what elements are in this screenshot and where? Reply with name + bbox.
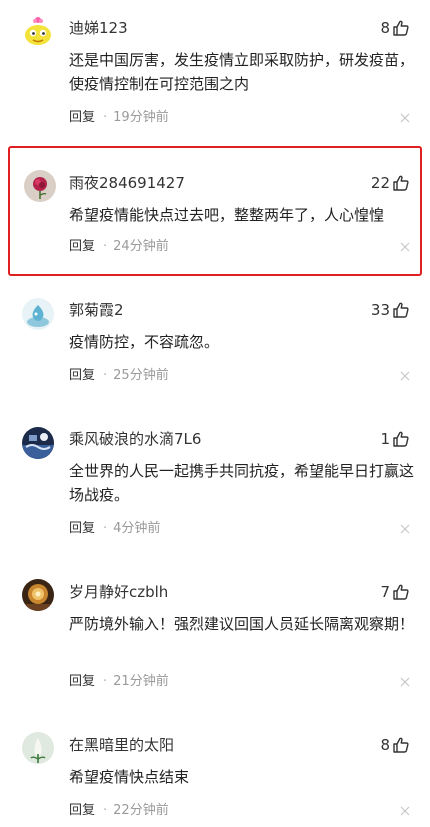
username[interactable]: 迪娣123	[69, 18, 128, 38]
comment-meta: 回复 · 4分钟前	[69, 520, 160, 538]
comment-item: 迪娣123 8 还是中国厉害，发生疫情立即采取防护，研发疫苗，使疫情控制在可控范…	[0, 0, 430, 140]
like-count: 8	[380, 19, 390, 37]
comment-item: 郭菊霞2 33 疫情防控，不容疏忽。 回复 · 25分钟前	[0, 285, 430, 395]
like-button[interactable]: 7	[380, 582, 410, 602]
timestamp: 22分钟前	[113, 803, 169, 818]
like-count: 8	[380, 736, 390, 754]
username[interactable]: 岁月静好czblh	[69, 582, 168, 602]
like-button[interactable]: 33	[371, 300, 410, 320]
thumbs-up-icon	[392, 301, 410, 319]
comment-item: 乘风破浪的水滴7L6 1 全世界的人民一起携手共同抗疫，希望能早日打赢这场战疫。…	[0, 414, 430, 554]
close-icon[interactable]	[400, 371, 410, 381]
reply-button[interactable]: 回复	[69, 520, 95, 538]
comment-meta: 回复 · 24分钟前	[69, 238, 169, 256]
separator-dot: ·	[103, 674, 108, 689]
comment-text: 希望疫情能快点过去吧，整整两年了，人心惶惶	[69, 206, 385, 224]
separator-dot: ·	[103, 110, 108, 125]
like-count: 1	[380, 430, 390, 448]
like-button[interactable]: 22	[371, 173, 410, 193]
reply-button[interactable]: 回复	[69, 238, 95, 256]
thumbs-up-icon	[392, 736, 410, 754]
like-button[interactable]: 8	[380, 18, 410, 38]
user-avatar[interactable]	[22, 579, 54, 611]
close-icon[interactable]	[400, 242, 410, 252]
comment-meta: 回复 · 19分钟前	[69, 109, 169, 127]
user-avatar[interactable]	[22, 427, 54, 459]
timestamp: 25分钟前	[113, 368, 169, 383]
timestamp: 19分钟前	[113, 110, 169, 125]
reply-button[interactable]: 回复	[69, 802, 95, 820]
comment-text: 全世界的人民一起携手共同抗疫，希望能早日打赢这场战疫。	[69, 462, 415, 504]
username[interactable]: 郭菊霞2	[69, 300, 124, 320]
separator-dot: ·	[103, 368, 108, 383]
separator-dot: ·	[103, 521, 108, 536]
comment-meta: 回复 · 21分钟前	[69, 673, 169, 691]
timestamp: 21分钟前	[113, 674, 169, 689]
separator-dot: ·	[103, 803, 108, 818]
comment-meta: 回复 · 22分钟前	[69, 802, 169, 820]
user-avatar[interactable]	[24, 170, 56, 202]
thumbs-up-icon	[392, 430, 410, 448]
comment-item: 在黑暗里的太阳 8 希望疫情快点结束 回复 · 22分钟前	[0, 718, 430, 827]
user-avatar[interactable]	[22, 15, 54, 47]
like-button[interactable]: 8	[380, 735, 410, 755]
close-icon[interactable]	[400, 677, 410, 687]
timestamp: 4分钟前	[113, 521, 161, 536]
close-icon[interactable]	[400, 806, 410, 816]
reply-button[interactable]: 回复	[69, 673, 95, 691]
like-count: 22	[370, 174, 390, 192]
reply-button[interactable]: 回复	[69, 109, 95, 127]
username[interactable]: 乘风破浪的水滴7L6	[69, 429, 201, 449]
thumbs-up-icon	[392, 19, 410, 37]
comment-item-highlighted: 雨夜284691427 22 希望疫情能快点过去吧，整整两年了，人心惶惶 回复 …	[8, 146, 422, 276]
username[interactable]: 在黑暗里的太阳	[69, 735, 174, 755]
comment-text: 希望疫情快点结束	[69, 768, 190, 786]
like-count: 7	[380, 583, 390, 601]
user-avatar[interactable]	[22, 732, 54, 764]
close-icon[interactable]	[400, 113, 410, 123]
comment-text: 疫情防控，不容疏忽。	[69, 333, 220, 351]
comment-text: 严防境外输入！强烈建议回国人员延长隔离观察期！	[69, 615, 415, 633]
user-avatar[interactable]	[22, 298, 54, 330]
separator-dot: ·	[103, 239, 108, 254]
thumbs-up-icon	[392, 583, 410, 601]
thumbs-up-icon	[392, 174, 410, 192]
timestamp: 24分钟前	[113, 239, 169, 254]
like-button[interactable]: 1	[380, 429, 410, 449]
comment-item: 岁月静好czblh 7 严防境外输入！强烈建议回国人员延长隔离观察期！ 回复 ·…	[0, 566, 430, 706]
comment-meta: 回复 · 25分钟前	[69, 367, 169, 385]
reply-button[interactable]: 回复	[69, 367, 95, 385]
close-icon[interactable]	[400, 524, 410, 534]
username[interactable]: 雨夜284691427	[69, 173, 185, 193]
like-count: 33	[370, 301, 390, 319]
comment-text: 还是中国厉害，发生疫情立即采取防护，研发疫苗，使疫情控制在可控范围之内	[69, 51, 415, 93]
